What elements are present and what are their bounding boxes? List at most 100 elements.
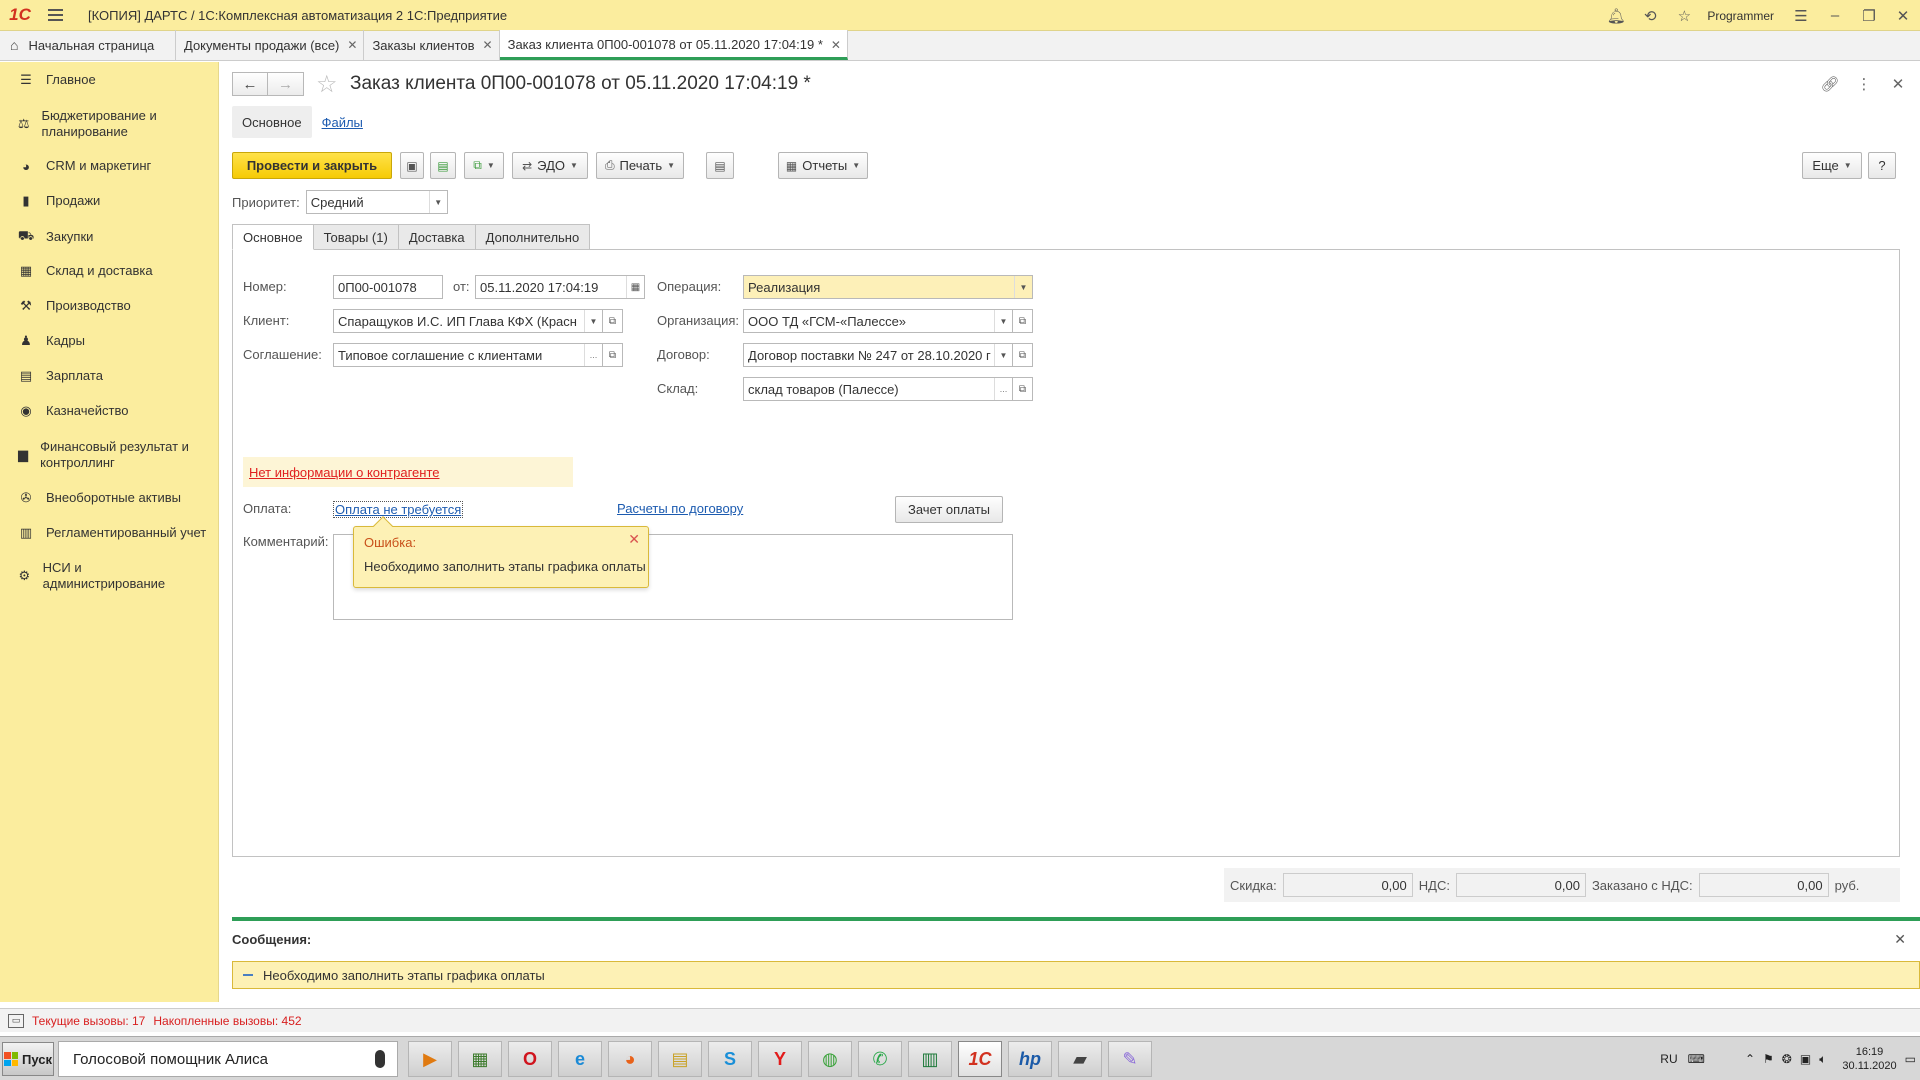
action-center-icon[interactable]: ▭ (1905, 1052, 1916, 1066)
edo-button[interactable]: ⇄ ЭДО ▼ (512, 152, 588, 179)
sidebar-item-crm[interactable]: ◕ CRM и маркетинг (0, 158, 151, 174)
restore-icon[interactable]: ❐ (1852, 0, 1886, 31)
close-tooltip-icon[interactable]: ✕ (628, 531, 640, 548)
messages-separator[interactable] (232, 917, 1920, 921)
document-structure-button[interactable]: ▤ (706, 152, 734, 179)
chevron-down-icon[interactable]: ▼ (428, 191, 447, 213)
open-agreement-icon[interactable]: ⧉ (603, 343, 623, 367)
section-tab-main[interactable]: Основное (232, 106, 312, 138)
print-button[interactable]: ⎙ Печать ▼ (596, 152, 684, 179)
sidebar-item-admin[interactable]: ⚙ НСИ и администрирование (0, 560, 180, 592)
chevron-down-icon[interactable]: ▼ (994, 344, 1012, 366)
no-counterparty-info-link[interactable]: Нет информации о контрагенте (249, 465, 440, 480)
date-field[interactable]: 05.11.2020 17:04:19 ▦ (475, 275, 645, 299)
reports-button[interactable]: ▦ Отчеты ▼ (778, 152, 868, 179)
tray-expand-icon[interactable]: ⌃ (1745, 1052, 1755, 1066)
clock[interactable]: 16:19 30.11.2020 (1842, 1045, 1896, 1073)
yandex-browser-icon[interactable]: Y (758, 1041, 802, 1077)
tab-home[interactable]: ⌂ Начальная страница (0, 30, 176, 60)
media-player-icon[interactable]: ▶ (408, 1041, 452, 1077)
language-indicator[interactable]: RU (1660, 1052, 1677, 1066)
sidebar-item-production[interactable]: ⚒ Производство (0, 298, 131, 314)
help-button[interactable]: ? (1868, 152, 1896, 179)
microphone-icon[interactable] (375, 1050, 385, 1068)
section-tab-files[interactable]: Файлы (312, 106, 373, 138)
1c-app-icon[interactable]: 1С (958, 1041, 1002, 1077)
more-vertical-icon[interactable]: ⋮ (1852, 72, 1876, 96)
payment-not-required-link[interactable]: Оплата не требуется (333, 501, 464, 518)
whatsapp-icon[interactable]: ✆ (858, 1041, 902, 1077)
keyboard-icon[interactable]: ⌨ (1688, 1052, 1705, 1066)
tab-client-order[interactable]: Заказ клиента 0П00-001078 от 05.11.2020 … (499, 30, 848, 60)
alice-search-box[interactable]: Голосовой помощник Алиса (58, 1041, 398, 1077)
start-button[interactable]: Пуск (2, 1042, 54, 1076)
tab-sales-documents[interactable]: Документы продажи (все) ✕ (176, 30, 365, 60)
firefox-icon[interactable]: ◕ (608, 1041, 652, 1077)
open-organization-icon[interactable]: ⧉ (1013, 309, 1033, 333)
paint-icon[interactable]: ✎ (1108, 1041, 1152, 1077)
sidebar-item-sales[interactable]: ▮ Продажи (0, 193, 100, 209)
skype-icon[interactable]: S (708, 1041, 752, 1077)
close-icon[interactable]: ✕ (1886, 72, 1910, 96)
organization-field[interactable]: ООО ТД «ГСМ-«Палессе» ▼ (743, 309, 1013, 333)
sidebar-item-financial-result[interactable]: ▆ Финансовый результат и контроллинг (0, 439, 200, 471)
favorites-icon[interactable]: ☆ (1667, 0, 1701, 31)
notifications-icon[interactable]: 🔔︎ (1599, 0, 1633, 31)
folder-icon[interactable]: ▤ (658, 1041, 702, 1077)
chevron-down-icon[interactable]: ▼ (994, 310, 1012, 332)
settings-menu-icon[interactable]: ☰ (1784, 0, 1818, 31)
sidebar-item-treasury[interactable]: ◉ Казначейство (0, 403, 128, 419)
post-button[interactable]: ▤ (430, 152, 456, 179)
sidebar-item-regulated-accounting[interactable]: ▥ Регламентированный учет (0, 525, 206, 541)
internet-explorer-icon[interactable]: e (558, 1041, 602, 1077)
user-name[interactable]: Programmer (1707, 9, 1774, 23)
network-icon[interactable]: ▣ (1800, 1052, 1811, 1066)
sidebar-item-budgeting[interactable]: ⚖ Бюджетирование и планирование (0, 108, 200, 140)
select-ellipsis-icon[interactable]: … (584, 344, 602, 366)
hp-icon[interactable]: hp (1008, 1041, 1052, 1077)
close-tab-icon[interactable]: ✕ (347, 38, 357, 52)
post-and-close-button[interactable]: Провести и закрыть (232, 152, 392, 179)
file-manager-icon[interactable]: ▦ (458, 1041, 502, 1077)
open-contract-icon[interactable]: ⧉ (1013, 343, 1033, 367)
open-warehouse-icon[interactable]: ⧉ (1013, 377, 1033, 401)
android-icon[interactable]: ◍ (808, 1041, 852, 1077)
flag-icon[interactable]: ⚑ (1763, 1052, 1774, 1066)
payment-offset-button[interactable]: Зачет оплаты (895, 496, 1003, 523)
tab-main[interactable]: Основное (232, 224, 314, 250)
operation-select[interactable]: Реализация ▼ (743, 275, 1033, 299)
forward-button[interactable]: → (268, 72, 304, 96)
volume-icon[interactable]: 🔈︎ (1819, 1052, 1826, 1067)
contract-calculations-link[interactable]: Расчеты по договору (617, 501, 743, 516)
tray-app-icon[interactable]: ❂ (1782, 1052, 1792, 1066)
contract-field[interactable]: Договор поставки № 247 от 28.10.2020 г ▼ (743, 343, 1013, 367)
performance-icon[interactable]: ▭ (8, 1013, 24, 1028)
1c-logo-icon[interactable]: 1С (0, 0, 40, 31)
sidebar-item-hr[interactable]: ♟ Кадры (0, 333, 85, 349)
message-item[interactable]: Необходимо заполнить этапы графика оплат… (232, 961, 1920, 989)
open-client-icon[interactable]: ⧉ (603, 309, 623, 333)
chevron-down-icon[interactable]: ▼ (1014, 276, 1032, 298)
tab-goods[interactable]: Товары (1) (312, 224, 399, 250)
close-tab-icon[interactable]: ✕ (483, 38, 493, 52)
warehouse-field[interactable]: склад товаров (Палессе)… (743, 377, 1013, 401)
close-tab-icon[interactable]: ✕ (831, 38, 841, 52)
sidebar-item-purchases[interactable]: ⛟ Закупки (0, 228, 94, 246)
client-field[interactable]: Спаращуков И.С. ИП Глава КФХ (Красн ▼ (333, 309, 603, 333)
close-messages-icon[interactable]: ✕ (1894, 931, 1906, 948)
tab-client-orders[interactable]: Заказы клиентов ✕ (364, 30, 500, 60)
create-based-on-button[interactable]: ⧉ ▼ (464, 152, 504, 179)
link-icon[interactable]: 🔗︎ (1818, 72, 1842, 96)
sidebar-item-salary[interactable]: ▤ Зарплата (0, 368, 103, 384)
more-button[interactable]: Еще ▼ (1802, 152, 1862, 179)
main-menu-icon[interactable] (40, 0, 70, 31)
favorite-star-icon[interactable]: ☆ (316, 70, 338, 99)
minimize-icon[interactable]: – (1818, 0, 1852, 31)
select-ellipsis-icon[interactable]: … (994, 378, 1012, 400)
sidebar-item-main[interactable]: ☰ Главное (0, 72, 96, 88)
tab-delivery[interactable]: Доставка (397, 224, 476, 250)
number-field[interactable]: 0П00-001078 (333, 275, 443, 299)
excel-icon[interactable]: ▥ (908, 1041, 952, 1077)
calendar-icon[interactable]: ▦ (626, 276, 644, 298)
close-window-icon[interactable]: ✕ (1886, 0, 1920, 31)
